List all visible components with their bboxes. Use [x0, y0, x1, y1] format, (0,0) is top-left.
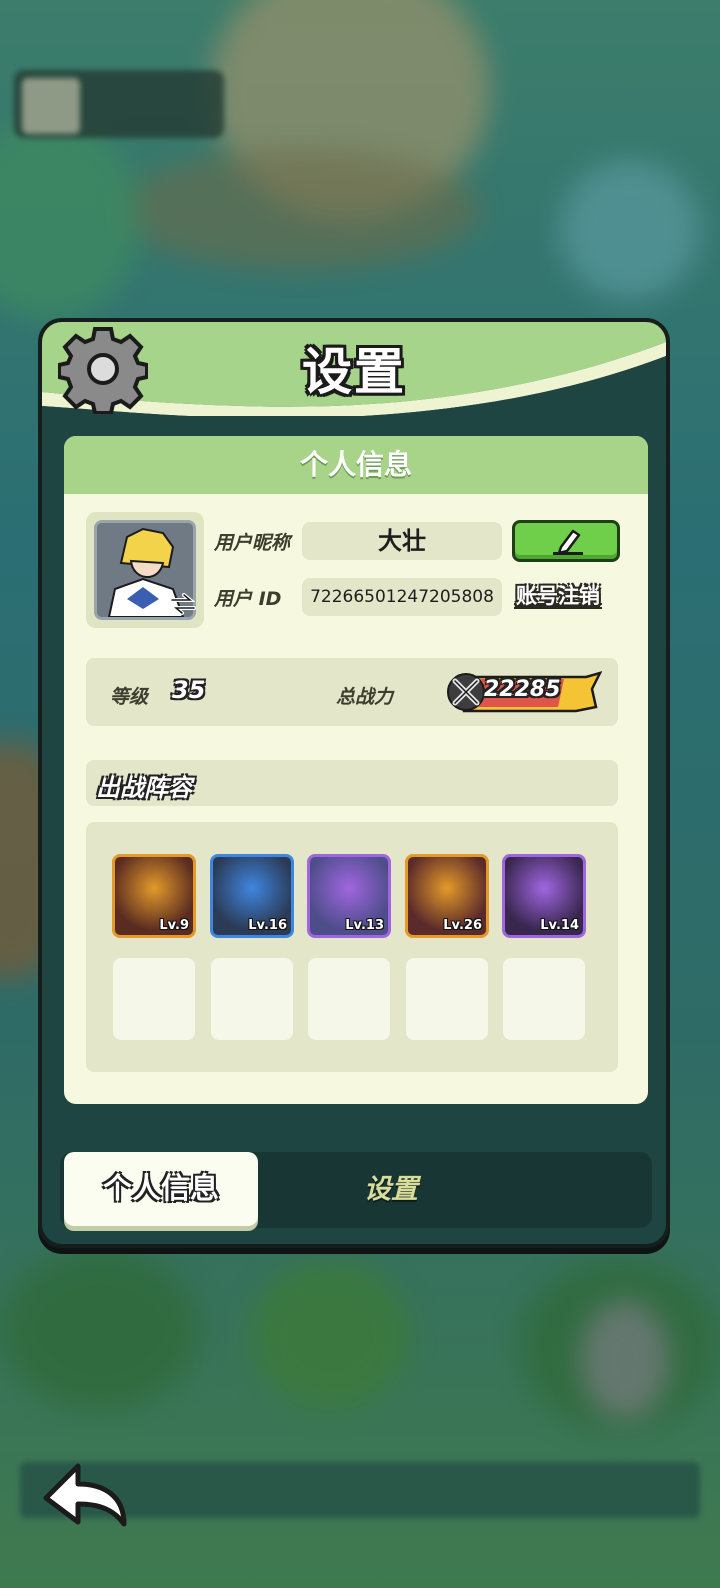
back-arrow-icon	[43, 1463, 127, 1527]
empty-slot[interactable]	[308, 958, 390, 1040]
hero-level: Lv.13	[345, 918, 384, 933]
stats-bar: 等级 35 总战力 22285	[86, 658, 618, 726]
level-label: 等级	[110, 686, 149, 708]
pencil-icon	[553, 529, 583, 555]
power-value: 22285	[484, 677, 561, 702]
user-id-label: 用户 ID	[214, 588, 282, 610]
power-label: 总战力	[336, 686, 394, 708]
lineup-title-bar: 出战阵容	[86, 760, 618, 806]
lineup-title: 出战阵容	[96, 774, 192, 802]
hero-slot[interactable]: Lv.16	[210, 854, 294, 938]
player-avatar	[22, 78, 80, 134]
hero-level: Lv.16	[248, 918, 287, 933]
lineup-area: Lv.9 Lv.16 Lv.13 Lv.26 Lv.14	[86, 822, 618, 1072]
level-value: 35	[172, 676, 206, 704]
empty-slot[interactable]	[211, 958, 293, 1040]
tab-settings[interactable]: 设置	[336, 1152, 446, 1226]
empty-slot[interactable]	[113, 958, 195, 1040]
empty-slot[interactable]	[503, 958, 585, 1040]
cancel-account-link[interactable]: 账号注销	[516, 580, 600, 610]
nickname-label: 用户昵称	[214, 532, 291, 554]
profile-card: 个人信息 用户昵称 大壮 用户 ID 72266501247205808 账号注…	[64, 436, 648, 1104]
hero-slot[interactable]: Lv.13	[307, 854, 391, 938]
hero-slot[interactable]: Lv.9	[112, 854, 196, 938]
panel-title: 设置	[302, 343, 406, 401]
settings-panel: 设置 个人信息 用户昵称 大壮 用户 ID 72266501247205808 …	[38, 318, 670, 1248]
back-button[interactable]	[38, 1458, 134, 1532]
hero-slot[interactable]: Lv.14	[502, 854, 586, 938]
avatar-box[interactable]	[86, 512, 204, 628]
profile-card-header: 个人信息	[64, 436, 648, 494]
empty-slot[interactable]	[406, 958, 488, 1040]
nickname-field: 大壮	[302, 522, 502, 560]
hero-level: Lv.9	[159, 918, 189, 933]
power-badge: 22285	[446, 671, 602, 713]
hero-level: Lv.14	[540, 918, 579, 933]
panel-tabs: 个人信息 设置	[60, 1152, 652, 1228]
edit-nickname-button[interactable]	[512, 520, 620, 562]
tab-profile[interactable]: 个人信息	[64, 1152, 258, 1226]
user-id-field[interactable]: 72266501247205808	[302, 578, 502, 616]
panel-header: 设置	[42, 322, 666, 416]
hero-slot[interactable]: Lv.26	[405, 854, 489, 938]
hero-level: Lv.26	[443, 918, 482, 933]
switch-avatar-icon[interactable]	[170, 592, 196, 616]
